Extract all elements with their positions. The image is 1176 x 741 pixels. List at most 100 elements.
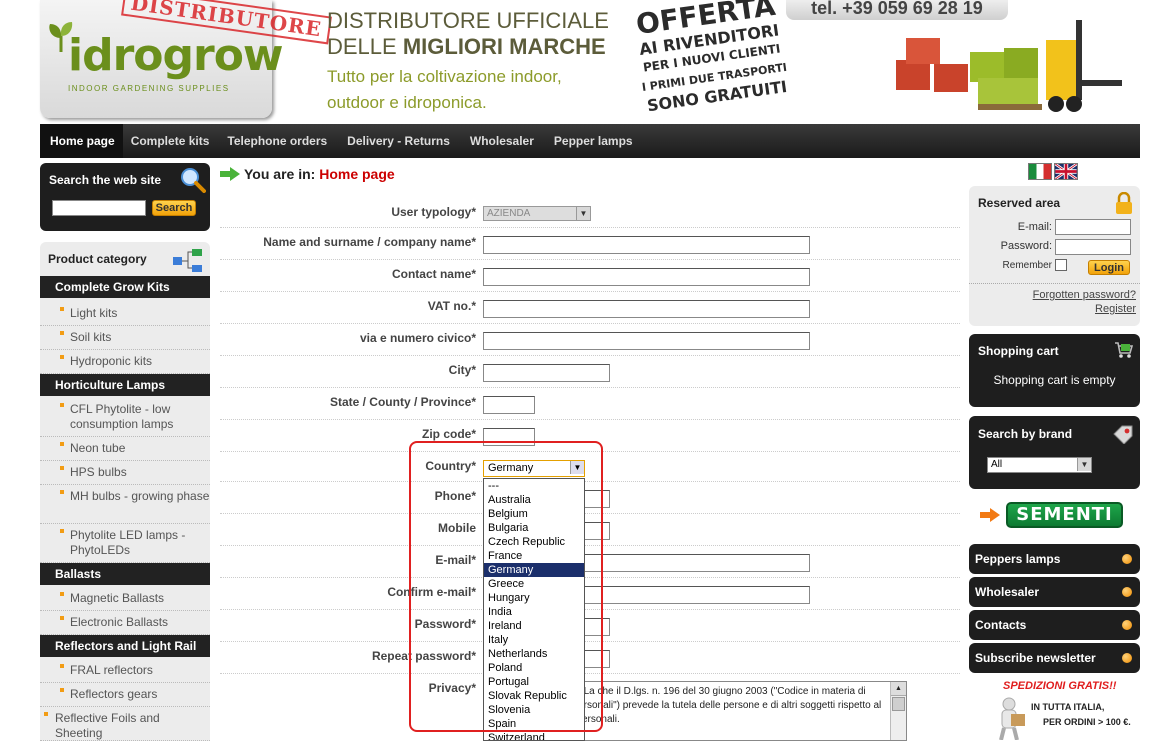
menu-subscribe-newsletter[interactable]: Subscribe newsletter xyxy=(969,643,1140,673)
lock-icon xyxy=(1116,192,1132,214)
name-field[interactable] xyxy=(483,236,810,254)
nav-home[interactable]: Home page xyxy=(40,124,123,160)
scroll-up-icon[interactable]: ▲ xyxy=(891,682,906,696)
category-title: Product category xyxy=(48,252,147,266)
shipping-line2: PER ORDINI > 100 €. xyxy=(1043,717,1131,727)
tagline-line2: DELLE MIGLIORI MARCHE xyxy=(327,34,606,59)
label-state: State / County / Province* xyxy=(329,395,476,409)
category-item[interactable]: Hydroponic kits xyxy=(40,350,210,374)
menu-peppers-lamps[interactable]: Peppers lamps xyxy=(969,544,1140,574)
logo-subtitle: INDOOR GARDENING SUPPLIES xyxy=(68,84,230,93)
label-contact: Contact name* xyxy=(391,267,476,281)
product-category-panel: Product category Complete Grow Kits Light… xyxy=(40,242,210,741)
state-field[interactable] xyxy=(483,396,535,414)
remember-checkbox[interactable] xyxy=(1055,259,1067,271)
category-group[interactable]: Ballasts xyxy=(40,563,210,585)
italian-flag-icon[interactable] xyxy=(1028,163,1052,180)
uk-flag-icon[interactable] xyxy=(1054,163,1078,180)
magnifier-icon xyxy=(181,168,206,193)
category-item[interactable]: FRAL reflectors xyxy=(40,659,210,683)
country-option[interactable]: Switzerland xyxy=(484,731,584,740)
breadcrumb-prefix: You are in: xyxy=(244,166,316,182)
contact-name-field[interactable] xyxy=(483,268,810,286)
breadcrumb-current[interactable]: Home page xyxy=(319,166,394,182)
brand-title: Search by brand xyxy=(978,427,1073,441)
phone-number: tel. +39 059 69 28 19 xyxy=(786,0,1008,20)
street-field[interactable] xyxy=(483,332,810,350)
category-group[interactable]: Reflectors and Light Rail xyxy=(40,635,210,657)
page: idrogrow INDOOR GARDENING SUPPLIES DISTR… xyxy=(0,0,1176,741)
reserved-title: Reserved area xyxy=(978,196,1061,210)
city-field[interactable] xyxy=(483,364,610,382)
offer-banner: OFFERTA AI RIVENDITORI PER I NUOVI CLIEN… xyxy=(624,0,799,131)
nav-complete-kits[interactable]: Complete kits xyxy=(123,124,218,158)
label-zip: Zip code* xyxy=(421,427,476,441)
login-email-label: E-mail: xyxy=(1017,221,1052,233)
bullet-icon xyxy=(1122,587,1132,597)
sementi-label: SEMENTI xyxy=(1006,502,1123,528)
divider xyxy=(969,283,1140,284)
category-item[interactable]: Phytolite LED lamps - PhytoLEDs xyxy=(40,524,210,563)
chevron-down-icon: ▼ xyxy=(1077,458,1091,471)
category-item[interactable]: CFL Phytolite - low consumption lamps xyxy=(40,398,210,437)
chevron-down-icon: ▼ xyxy=(576,207,590,220)
login-email-input[interactable] xyxy=(1055,219,1131,235)
scrollbar-thumb[interactable] xyxy=(892,697,905,711)
nav-delivery-returns[interactable]: Delivery - Returns xyxy=(337,124,460,158)
delivery-man-icon xyxy=(999,697,1025,740)
category-item[interactable]: Soil kits xyxy=(40,326,210,350)
login-password-input[interactable] xyxy=(1055,239,1131,255)
label-vat: VAT no.* xyxy=(427,299,476,313)
logo-text: idrogrow xyxy=(68,30,284,81)
shopping-cart-panel: Shopping cart Shopping cart is empty xyxy=(969,334,1140,407)
cart-icon xyxy=(1115,342,1134,358)
arrow-right-icon xyxy=(980,508,1000,522)
search-input[interactable] xyxy=(52,200,146,216)
shipping-line1: IN TUTTA ITALIA, xyxy=(1031,702,1105,712)
category-item[interactable]: Reflectors gears xyxy=(40,683,210,707)
label-city: City* xyxy=(448,363,476,377)
user-typology-select: AZIENDA ▼ xyxy=(483,206,591,221)
login-button[interactable]: Login xyxy=(1088,260,1130,275)
free-shipping-banner: SPEDIZIONI GRATIS!! IN TUTTA ITALIA, PER… xyxy=(975,678,1140,741)
breadcrumb: You are in: Home page xyxy=(220,163,395,185)
cart-status: Shopping cart is empty xyxy=(993,373,1116,387)
shipping-title: SPEDIZIONI GRATIS!! xyxy=(1003,680,1117,692)
main-navbar: Home page Complete kits Telephone orders De… xyxy=(40,124,1140,160)
remember-label: Remember xyxy=(1002,260,1052,271)
category-item[interactable]: Light kits xyxy=(40,302,210,326)
brand-search-panel: Search by brand All ▼ xyxy=(969,416,1140,489)
nav-pepper-lamps[interactable]: Pepper lamps xyxy=(544,124,641,158)
menu-wholesaler[interactable]: Wholesaler xyxy=(969,577,1140,607)
menu-contacts[interactable]: Contacts xyxy=(969,610,1140,640)
label-user-typology: User typology* xyxy=(391,205,476,219)
pallet-boxes-image xyxy=(896,20,1122,112)
site-search-box: Search the web site Search xyxy=(40,163,210,231)
category-item[interactable]: Magnetic Ballasts xyxy=(40,587,210,611)
category-item[interactable]: Neon tube xyxy=(40,437,210,461)
forgotten-password-link[interactable]: Forgotten password? xyxy=(1033,289,1136,301)
category-group[interactable]: Horticulture Lamps xyxy=(40,374,210,396)
nav-wholesaler[interactable]: Wholesaler xyxy=(460,124,544,158)
nav-telephone-orders[interactable]: Telephone orders xyxy=(217,124,337,158)
category-item[interactable]: MH bulbs - growing phase xyxy=(40,485,210,524)
login-password-label: Password: xyxy=(1000,240,1052,252)
language-switcher xyxy=(1028,163,1080,180)
tagline-line3: Tutto per la coltivazione indoor, outdoo… xyxy=(327,67,562,112)
privacy-scrollbar[interactable]: ▲ xyxy=(890,682,906,740)
label-name: Name and surname / company name* xyxy=(263,235,476,249)
tagline-line1: DISTRIBUTORE UFFICIALE xyxy=(327,8,609,33)
bullet-icon xyxy=(1122,653,1132,663)
label-street: via e numero civico* xyxy=(359,331,476,345)
category-item[interactable]: HPS bulbs xyxy=(40,461,210,485)
category-group[interactable]: Complete Grow Kits xyxy=(40,276,210,298)
reserved-area-panel: Reserved area E-mail: Password: Remember… xyxy=(969,186,1140,326)
search-button[interactable]: Search xyxy=(152,200,196,216)
sitemap-icon xyxy=(173,249,202,272)
vat-field[interactable] xyxy=(483,300,810,318)
register-link[interactable]: Register xyxy=(1095,303,1136,315)
brand-select[interactable]: All ▼ xyxy=(987,457,1092,473)
category-item[interactable]: Electronic Ballasts xyxy=(40,611,210,635)
bullet-icon xyxy=(1122,620,1132,630)
category-item[interactable]: Reflective Foils and Sheeting xyxy=(40,707,210,741)
